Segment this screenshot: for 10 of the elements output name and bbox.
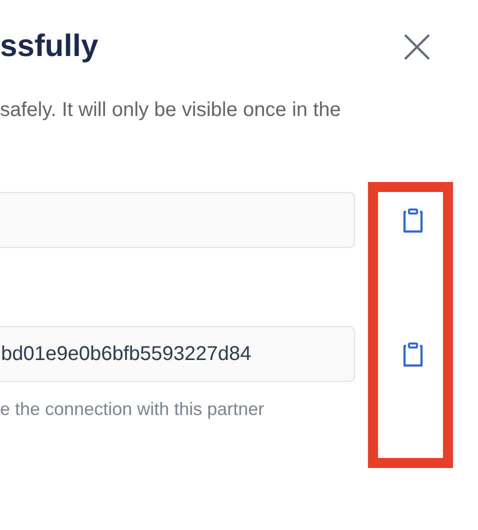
input-field[interactable] (0, 192, 355, 248)
clipboard-icon (402, 341, 424, 367)
close-button[interactable] (404, 34, 430, 60)
helper-text: e the connection with this partner (0, 398, 266, 421)
input-field[interactable]: bd01e9e0b6bfb5593227d84 (0, 326, 355, 382)
dialog-title: ssfully (0, 27, 98, 65)
copy-button[interactable] (402, 341, 424, 367)
clipboard-icon (402, 207, 424, 233)
copy-button[interactable] (402, 207, 424, 233)
description: safely. It will only be visible once in the (0, 98, 342, 123)
